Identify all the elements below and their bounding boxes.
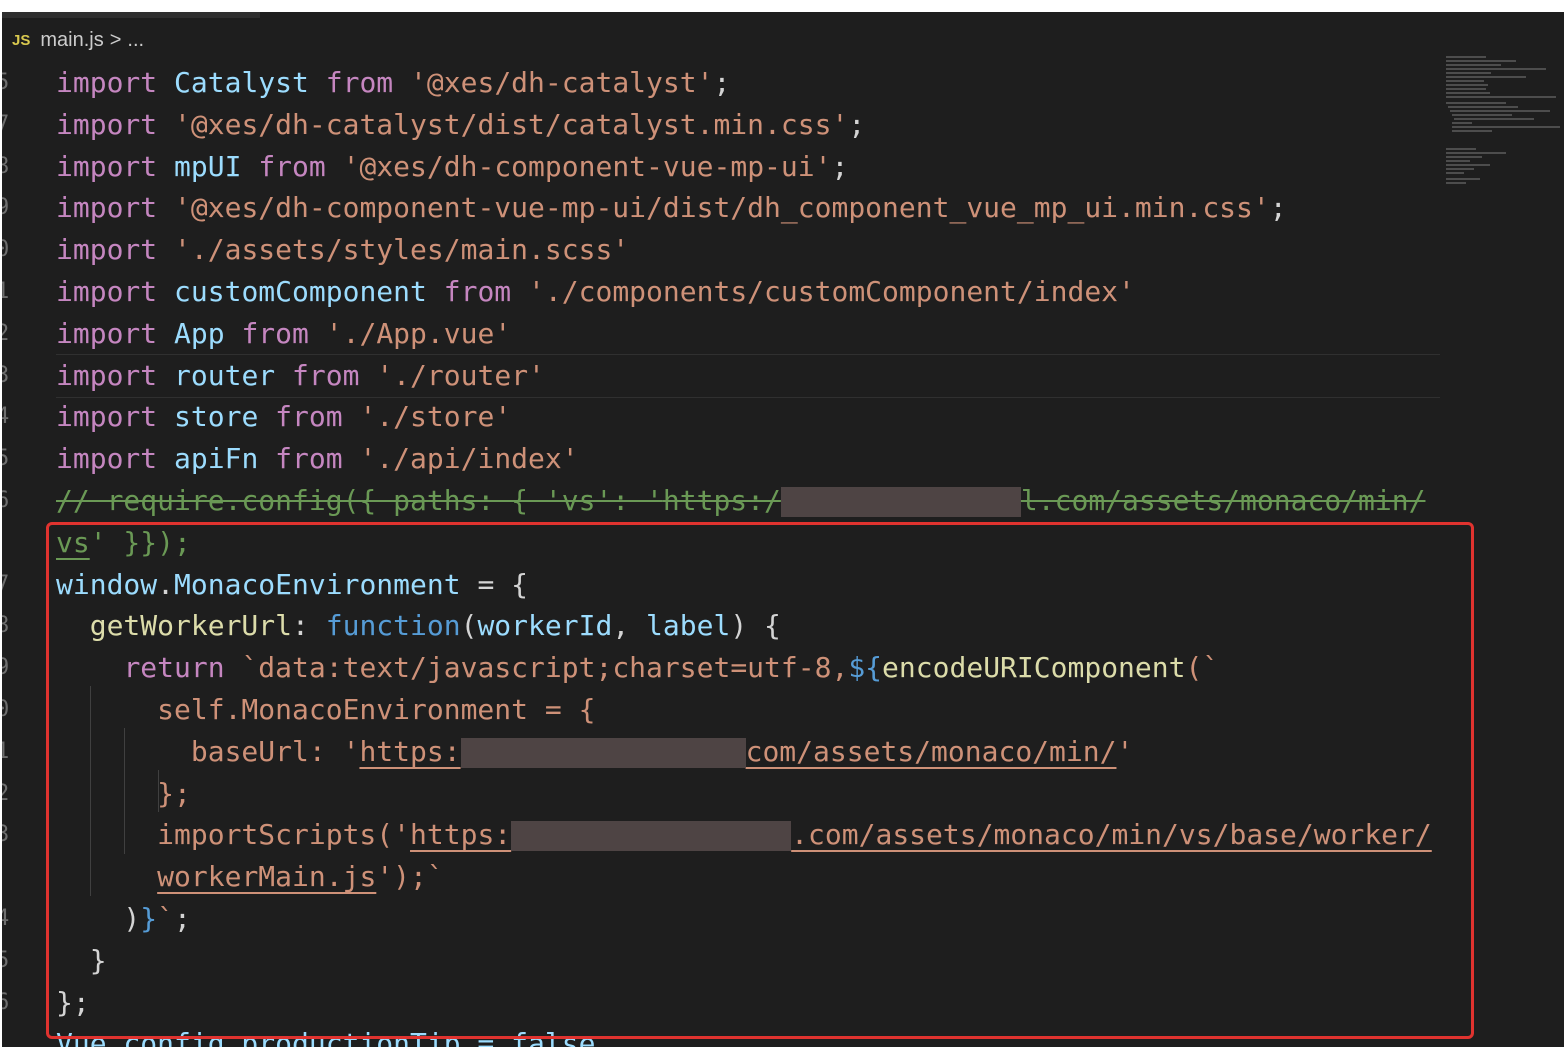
code-token: './components/customComponent/index'	[528, 275, 1135, 308]
code-line-text: import store from './store'	[56, 396, 511, 438]
code-token: ;	[1269, 191, 1287, 225]
code-line-text: import apiFn from './api/index'	[56, 438, 579, 480]
redacted-text	[780, 487, 1021, 517]
line-number: 9	[2, 195, 10, 221]
code-line-text: // require.config({ paths: { 'vs': 'http…	[56, 480, 1425, 522]
breadcrumb: JS main.js > ...	[2, 24, 144, 56]
code-token: customComponent	[174, 275, 444, 308]
code-token: './router'	[376, 358, 545, 392]
code-token: import	[56, 358, 175, 392]
line-number: 7	[2, 111, 10, 137]
code-token: '@xes/dh-catalyst/dist/catalyst.min.css'	[174, 107, 849, 141]
code-token: './store'	[359, 400, 512, 434]
code-token: from	[241, 316, 326, 350]
line-number: 1	[2, 279, 10, 304]
line-number: 4	[2, 906, 10, 931]
code-token: import	[56, 233, 175, 267]
breadcrumb-file-name[interactable]: main.js	[40, 29, 103, 52]
code-token: import	[56, 66, 175, 99]
code-token: import	[56, 400, 175, 434]
highlight-annotation-box	[46, 522, 1474, 1039]
code-token: from	[443, 275, 529, 308]
code-token: from	[325, 66, 411, 99]
line-number: 6	[2, 989, 10, 1015]
line-number: 3	[2, 362, 10, 388]
code-token: from	[275, 442, 360, 476]
code-editor[interactable]: JS main.js > ... 5 import Catalyst from …	[2, 12, 1564, 1047]
code-token: // require.config({ paths: { 'vs': '	[56, 484, 663, 517]
code-token: import	[56, 191, 175, 225]
code-line-text: import '@xes/dh-catalyst/dist/catalyst.m…	[56, 104, 865, 146]
code-token: '@xes/dh-component-vue-mp-ui'	[342, 149, 832, 183]
code-token: ;	[831, 149, 849, 183]
code-token: from	[275, 400, 360, 434]
line-number: 9	[2, 655, 10, 681]
line-number: 0	[2, 237, 10, 263]
code-token: import	[56, 149, 175, 183]
line-number: 5	[2, 70, 10, 95]
breadcrumb-more[interactable]: ...	[127, 29, 144, 52]
line-number: 6	[2, 488, 10, 513]
tab-strip	[2, 12, 260, 18]
line-number: 3	[2, 822, 10, 848]
code-token: './assets/styles/main.scss'	[174, 233, 630, 267]
code-token: ;	[848, 107, 866, 141]
line-number: 8	[2, 613, 10, 639]
code-token: import	[56, 107, 175, 141]
line-number: 2	[2, 780, 10, 806]
code-line-text: import mpUI from '@xes/dh-component-vue-…	[56, 146, 848, 188]
minimap[interactable]	[1442, 54, 1564, 194]
code-token: import	[56, 275, 175, 308]
code-token: store	[174, 400, 276, 434]
code-token: './api/index'	[359, 442, 579, 476]
code-token: from	[258, 149, 343, 183]
code-token: import	[56, 316, 175, 350]
code-token: https:/	[662, 484, 781, 517]
chevron-right-icon: >	[109, 28, 122, 51]
code-line-text: import customComponent from './component…	[56, 271, 1135, 313]
code-token: '@xes/dh-catalyst'	[410, 66, 714, 99]
code-token: App	[174, 316, 242, 350]
line-number: 2	[2, 320, 10, 346]
code-line-text: import Catalyst from '@xes/dh-catalyst';	[56, 62, 730, 104]
code-line-text: import App from './App.vue'	[56, 313, 511, 355]
code-token: apiFn	[174, 442, 276, 476]
code-token: './App.vue'	[325, 316, 512, 350]
line-number: 4	[2, 404, 10, 430]
code-token: l.com/assets/monaco/min/	[1020, 484, 1426, 517]
code-token: mpUI	[174, 149, 259, 183]
code-line-text: import './assets/styles/main.scss'	[56, 229, 629, 271]
code-token: from	[292, 358, 377, 392]
code-token: Catalyst	[174, 66, 326, 99]
javascript-file-icon: JS	[12, 31, 31, 49]
code-token: router	[174, 358, 293, 392]
line-number: 7	[2, 571, 10, 597]
code-token: import	[56, 442, 175, 476]
code-token: '@xes/dh-component-vue-mp-ui/dist/dh_com…	[174, 191, 1270, 225]
code-line-text: import router from './router'	[56, 355, 545, 397]
line-number: 5	[2, 947, 10, 973]
line-number: 8	[2, 153, 10, 179]
line-number: 1	[2, 738, 10, 764]
line-number: 0	[2, 697, 10, 722]
line-number: 5	[2, 446, 10, 472]
code-line-text: import '@xes/dh-component-vue-mp-ui/dist…	[56, 187, 1287, 229]
code-token: ;	[713, 66, 731, 99]
